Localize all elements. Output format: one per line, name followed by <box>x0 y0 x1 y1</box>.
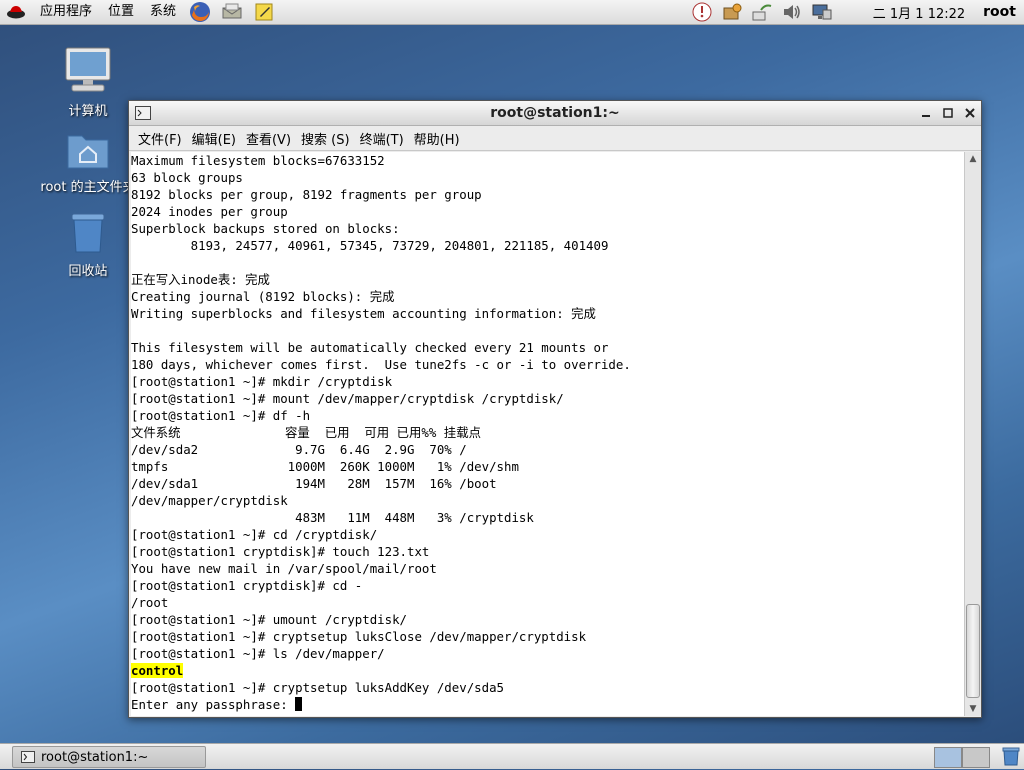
close-button[interactable] <box>959 102 981 124</box>
maximize-icon <box>943 108 953 118</box>
home-folder-icon <box>67 135 109 169</box>
menu-terminal[interactable]: 终端(T) <box>355 129 409 148</box>
mail-client-icon[interactable] <box>220 1 244 23</box>
terminal-icon <box>21 751 35 763</box>
trash-applet-icon[interactable] <box>1000 746 1022 766</box>
terminal-output[interactable]: Maximum filesystem blocks=67633152 63 bl… <box>131 152 965 716</box>
volume-icon[interactable] <box>780 1 804 23</box>
window-controls <box>915 102 981 124</box>
scroll-up-arrow-icon[interactable]: ▲ <box>965 152 981 166</box>
applications-menu[interactable]: 应用程序 <box>32 0 100 24</box>
scroll-down-arrow-icon[interactable]: ▼ <box>965 702 981 716</box>
package-updates-icon[interactable] <box>720 1 744 23</box>
desktop-icon-label: 回收站 <box>68 264 108 279</box>
window-menubar: 文件(F) 编辑(E) 查看(V) 搜索 (S) 终端(T) 帮助(H) <box>129 126 981 151</box>
places-menu[interactable]: 位置 <box>100 0 142 24</box>
menu-edit[interactable]: 编辑(E) <box>187 129 241 148</box>
network-icon[interactable] <box>750 1 774 23</box>
clock[interactable]: 二 1月 1 12:22 <box>867 3 971 22</box>
top-panel: 应用程序 位置 系统 二 1月 1 12:22 root <box>0 0 1024 25</box>
text-cursor <box>295 697 303 711</box>
text-editor-icon[interactable] <box>252 1 276 23</box>
terminal-text: Maximum filesystem blocks=67633152 63 bl… <box>131 152 965 713</box>
desktop-icon-label: root 的主文件夹 <box>40 180 136 195</box>
highlighted-entry: control <box>131 663 184 678</box>
trash-icon <box>71 213 105 253</box>
workspace-2[interactable] <box>962 747 990 768</box>
desktop-icon-computer[interactable]: 计算机 <box>38 46 138 119</box>
terminal-lines: Maximum filesystem blocks=67633152 63 bl… <box>131 153 631 661</box>
terminal-prompt: Enter any passphrase: <box>131 697 296 712</box>
terminal-lines-after: [root@station1 ~]# cryptsetup luksAddKey… <box>131 680 504 695</box>
taskbar-window-label: root@station1:~ <box>41 749 149 765</box>
desktop-icon-trash[interactable]: 回收站 <box>38 210 138 279</box>
system-menu[interactable]: 系统 <box>142 0 184 24</box>
workspace-1[interactable] <box>934 747 962 768</box>
maximize-button[interactable] <box>937 102 959 124</box>
terminal-scrollbar[interactable]: ▲ ▼ <box>964 152 981 716</box>
firefox-icon[interactable] <box>188 1 212 23</box>
menu-view[interactable]: 查看(V) <box>241 129 296 148</box>
menu-file[interactable]: 文件(F) <box>133 129 187 148</box>
redhat-logo-icon[interactable] <box>4 1 28 23</box>
close-icon <box>965 108 975 118</box>
minimize-button[interactable] <box>915 102 937 124</box>
desktop-icon-label: 计算机 <box>68 104 108 119</box>
user-menu[interactable]: root <box>971 4 1024 20</box>
taskbar-window-button[interactable]: root@station1:~ <box>12 746 206 768</box>
system-tray: 二 1月 1 12:22 root <box>687 0 1024 24</box>
bottom-panel: root@station1:~ <box>0 743 1024 769</box>
terminal-icon <box>135 106 151 120</box>
terminal-window: root@station1:~ 文件(F) 编辑(E) 查看(V) 搜索 (S)… <box>128 100 982 718</box>
minimize-icon <box>922 115 930 117</box>
window-titlebar[interactable]: root@station1:~ <box>129 101 981 126</box>
update-notifier-icon[interactable] <box>690 1 714 23</box>
window-title: root@station1:~ <box>490 105 620 121</box>
computer-icon <box>65 47 111 92</box>
display-icon[interactable] <box>810 1 834 23</box>
scrollbar-thumb[interactable] <box>966 604 980 698</box>
menu-search[interactable]: 搜索 (S) <box>296 129 355 148</box>
menu-help[interactable]: 帮助(H) <box>409 129 465 148</box>
desktop-icon-home[interactable]: root 的主文件夹 <box>38 130 138 195</box>
